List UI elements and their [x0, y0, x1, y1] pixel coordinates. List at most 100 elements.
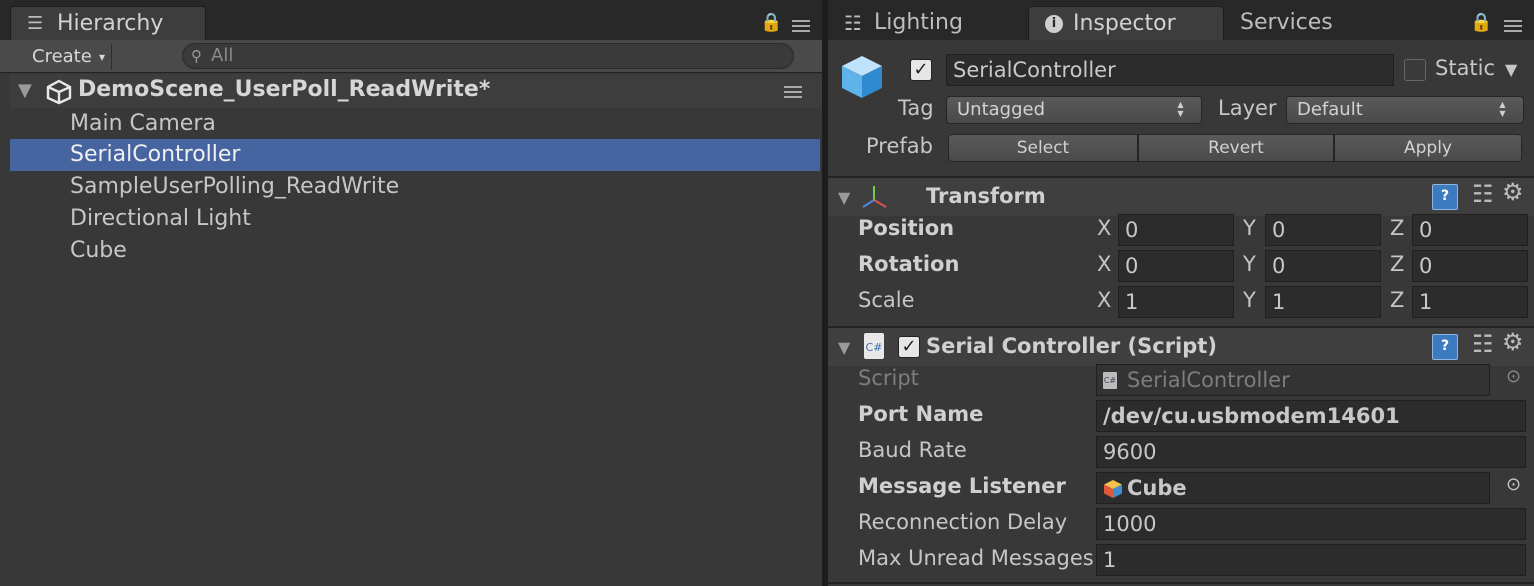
tab-inspector[interactable]: i Inspector	[1028, 6, 1224, 40]
tab-inspector-label: Inspector	[1073, 11, 1176, 36]
search-input[interactable]: ⚲ All	[182, 43, 794, 69]
hierarchy-item-label: Main Camera	[70, 111, 216, 136]
tag-label: Tag	[898, 96, 934, 120]
message-listener-label: Message Listener	[858, 474, 1066, 498]
scale-label: Scale	[858, 288, 915, 312]
object-picker-icon[interactable]: ⊙	[1506, 474, 1521, 495]
reconnection-delay-label: Reconnection Delay	[858, 510, 1068, 534]
help-icon[interactable]: ?	[1432, 184, 1458, 210]
object-picker-icon: ⊙	[1506, 366, 1522, 387]
layer-dropdown[interactable]: Default ▲▼	[1286, 96, 1524, 124]
component-enabled-checkbox[interactable]: ✓	[898, 336, 920, 358]
rotation-y-field[interactable]: 0	[1265, 250, 1381, 282]
help-icon[interactable]: ?	[1432, 334, 1458, 360]
axis-z-label[interactable]: Z	[1390, 252, 1404, 276]
hierarchy-item-label: Directional Light	[70, 206, 251, 231]
serial-controller-header[interactable]: ▼ C# ✓ Serial Controller (Script) ? ☷ ⚙	[828, 328, 1534, 366]
gear-icon[interactable]: ⚙	[1502, 328, 1524, 356]
active-checkbox[interactable]: ✓	[910, 59, 932, 81]
position-label: Position	[858, 216, 955, 240]
preset-sliders-icon[interactable]: ☷	[1472, 180, 1494, 208]
axis-z-label[interactable]: Z	[1390, 288, 1404, 312]
tab-lighting[interactable]: ☷ Lighting	[842, 6, 1022, 40]
hierarchy-item-label: SampleUserPolling_ReadWrite	[70, 174, 400, 199]
axis-x-label[interactable]: X	[1097, 288, 1111, 312]
object-name-field[interactable]: SerialController	[946, 54, 1394, 86]
tab-lighting-label: Lighting	[874, 10, 963, 35]
cube-object-icon	[1104, 480, 1122, 498]
preset-sliders-icon[interactable]: ☷	[1472, 330, 1494, 358]
static-dropdown-icon[interactable]: ▼	[1505, 60, 1517, 79]
lock-icon[interactable]: 🔒	[1470, 12, 1492, 33]
reconnection-delay-field[interactable]: 1000	[1096, 508, 1526, 540]
axis-x-label[interactable]: X	[1097, 216, 1111, 240]
baud-rate-field[interactable]: 9600	[1096, 436, 1526, 468]
hierarchy-item-label: Cube	[70, 238, 127, 263]
max-unread-field[interactable]: 1	[1096, 544, 1526, 576]
max-unread-label: Max Unread Messages	[858, 546, 1094, 570]
info-icon: i	[1045, 15, 1063, 33]
csharp-script-icon: C#	[1103, 372, 1117, 389]
gear-icon[interactable]: ⚙	[1502, 178, 1524, 206]
port-name-field[interactable]: /dev/cu.usbmodem14601	[1096, 400, 1526, 432]
position-y-field[interactable]: 0	[1265, 214, 1381, 246]
scene-menu-icon[interactable]	[784, 86, 802, 98]
scale-z-field[interactable]: 1	[1412, 286, 1528, 318]
position-x-field[interactable]: 0	[1118, 214, 1234, 246]
axis-x-label[interactable]: X	[1097, 252, 1111, 276]
panel-menu-icon[interactable]	[792, 20, 810, 32]
script-label: Script	[858, 366, 919, 390]
message-listener-field[interactable]: Cube	[1096, 472, 1490, 504]
create-button[interactable]: Create ▾	[14, 44, 112, 70]
prefab-apply-button[interactable]: Apply	[1334, 134, 1522, 162]
lock-icon[interactable]: 🔒	[760, 12, 782, 33]
hierarchy-item-directional-light[interactable]: Directional Light	[10, 203, 820, 235]
tag-dropdown[interactable]: Untagged ▲▼	[946, 96, 1202, 124]
static-checkbox[interactable]	[1404, 59, 1426, 81]
tab-hierarchy[interactable]: ☰ Hierarchy	[10, 6, 206, 40]
axis-y-label[interactable]: Y	[1243, 252, 1256, 276]
baud-rate-label: Baud Rate	[858, 438, 967, 462]
unity-logo-icon	[46, 79, 72, 105]
tab-services[interactable]: Services	[1240, 6, 1360, 40]
hierarchy-item-serialcontroller[interactable]: SerialController	[10, 139, 820, 171]
create-label: Create	[32, 46, 92, 67]
position-z-field[interactable]: 0	[1412, 214, 1528, 246]
panel-menu-icon[interactable]	[1504, 20, 1522, 32]
hierarchy-item-label: SerialController	[70, 142, 241, 167]
axis-y-label[interactable]: Y	[1243, 216, 1256, 240]
hierarchy-item-cube[interactable]: Cube	[10, 235, 820, 267]
hierarchy-item-sampleuserpolling[interactable]: SampleUserPolling_ReadWrite	[10, 171, 820, 203]
script-field: C# SerialController	[1096, 364, 1490, 396]
hierarchy-toolbar: Create ▾ ⚲ All	[0, 40, 822, 73]
serial-controller-title: Serial Controller (Script)	[926, 334, 1217, 358]
hierarchy-item-main-camera[interactable]: Main Camera	[10, 108, 820, 140]
fold-down-icon[interactable]: ▼	[838, 188, 850, 207]
port-name-label: Port Name	[858, 402, 984, 426]
scene-header-row[interactable]: ▼ DemoScene_UserPoll_ReadWrite*	[10, 74, 822, 108]
rotation-z-field[interactable]: 0	[1412, 250, 1528, 282]
axis-z-label[interactable]: Z	[1390, 216, 1404, 240]
tab-services-label: Services	[1240, 10, 1333, 35]
prefab-label: Prefab	[866, 134, 933, 158]
rotation-x-field[interactable]: 0	[1118, 250, 1234, 282]
scale-y-field[interactable]: 1	[1265, 286, 1381, 318]
rotation-label: Rotation	[858, 252, 960, 276]
hierarchy-tabbar: ☰ Hierarchy 🔒	[0, 0, 822, 40]
gameobject-cube-icon	[842, 56, 882, 98]
transform-header[interactable]: ▼ Transform ? ☷ ⚙	[828, 178, 1534, 216]
tab-hierarchy-label: Hierarchy	[57, 11, 164, 36]
caret-down-icon: ▾	[98, 50, 105, 64]
fold-down-icon[interactable]: ▼	[18, 80, 32, 101]
prefab-revert-button[interactable]: Revert	[1138, 134, 1334, 162]
scene-name: DemoScene_UserPoll_ReadWrite*	[78, 77, 491, 102]
csharp-script-icon: C#	[864, 333, 884, 359]
axis-y-label[interactable]: Y	[1243, 288, 1256, 312]
list-icon: ☰	[27, 13, 44, 34]
scale-x-field[interactable]: 1	[1118, 286, 1234, 318]
transform-axes-icon	[862, 186, 887, 208]
prefab-select-button[interactable]: Select	[948, 134, 1138, 162]
search-placeholder: All	[211, 45, 234, 66]
fold-down-icon[interactable]: ▼	[838, 338, 850, 357]
static-label: Static	[1435, 56, 1496, 80]
